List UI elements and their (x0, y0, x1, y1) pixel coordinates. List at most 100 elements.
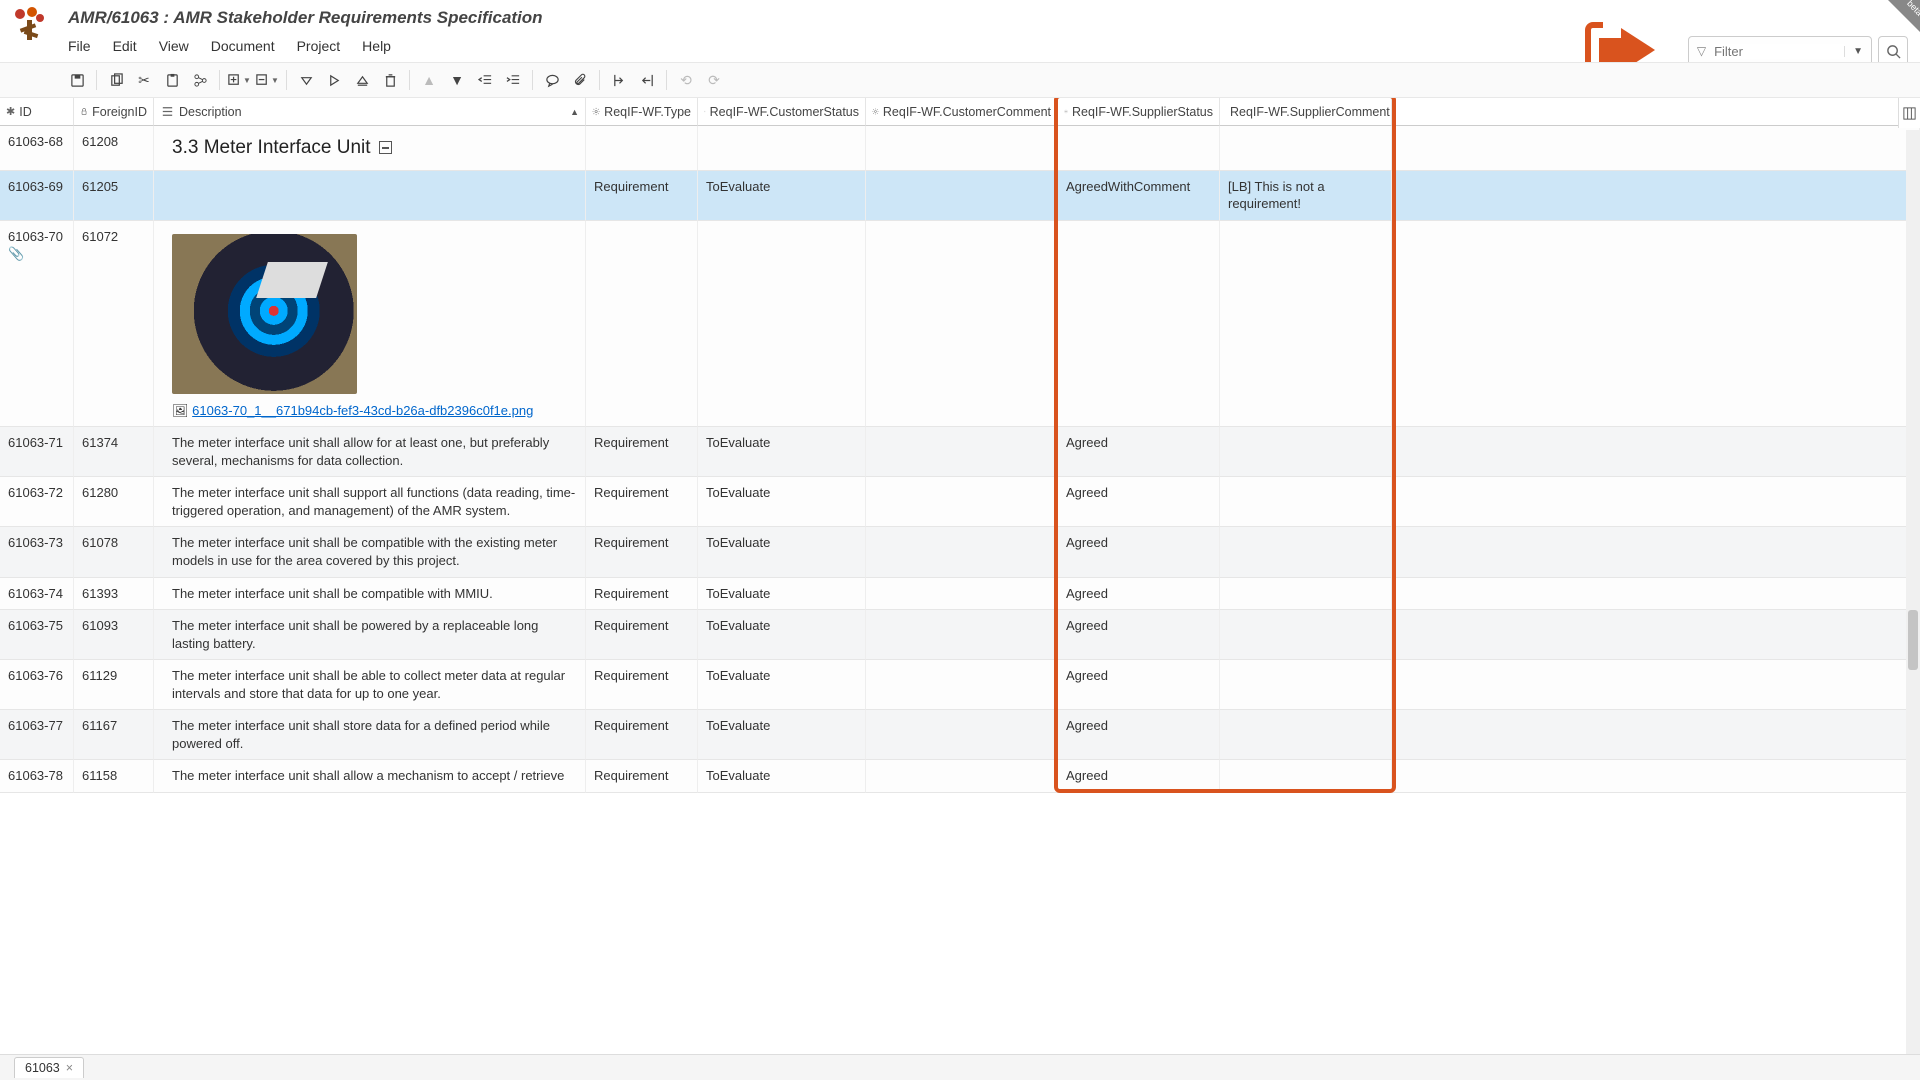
cell-supplier-status[interactable]: Agreed (1058, 710, 1220, 760)
cell-id[interactable]: 61063-70📎 (0, 221, 74, 428)
filter-input[interactable] (1714, 44, 1844, 59)
cell-supplier-comment[interactable] (1220, 126, 1392, 171)
cell-supplier-status[interactable]: Agreed (1058, 527, 1220, 577)
add-button[interactable]: ▼ (226, 67, 252, 93)
cell-foreignid[interactable]: 61158 (74, 760, 154, 793)
menu-help[interactable]: Help (362, 38, 391, 54)
cell-id[interactable]: 61063-74 (0, 578, 74, 611)
cell-description[interactable]: The meter interface unit shall be powere… (154, 610, 586, 660)
copy-button[interactable] (103, 67, 129, 93)
cell-id[interactable]: 61063-78 (0, 760, 74, 793)
cell-description[interactable]: The meter interface unit shall allow a m… (154, 760, 586, 793)
remove-button[interactable]: ▼ (254, 67, 280, 93)
cell-supplier-comment[interactable] (1220, 710, 1392, 760)
move-down-button[interactable]: ▼ (444, 67, 470, 93)
cell-foreignid[interactable]: 61072 (74, 221, 154, 428)
cell-customer-comment[interactable] (866, 126, 1058, 171)
cell-supplier-comment[interactable] (1220, 477, 1392, 527)
cell-type[interactable]: Requirement (586, 427, 698, 477)
cell-description[interactable]: 3.3 Meter Interface Unit (154, 126, 586, 171)
footer-tab[interactable]: 61063 × (14, 1057, 84, 1078)
cell-description[interactable]: The meter interface unit shall support a… (154, 477, 586, 527)
attach-button[interactable] (567, 67, 593, 93)
cell-type[interactable]: Requirement (586, 527, 698, 577)
move-up-button[interactable]: ▲ (416, 67, 442, 93)
cell-description[interactable]: The meter interface unit shall be compat… (154, 527, 586, 577)
cell-type[interactable]: Requirement (586, 660, 698, 710)
cell-customer-status[interactable]: ToEvaluate (698, 710, 866, 760)
cell-customer-comment[interactable] (866, 710, 1058, 760)
cell-description[interactable]: 🖼 61063-70_1__671b94cb-fef3-43cd-b26a-df… (154, 221, 586, 428)
cell-customer-comment[interactable] (866, 760, 1058, 793)
cell-type[interactable]: Requirement (586, 578, 698, 611)
cell-supplier-status[interactable]: Agreed (1058, 610, 1220, 660)
outdent-button[interactable] (472, 67, 498, 93)
cell-supplier-status[interactable]: Agreed (1058, 477, 1220, 527)
cell-foreignid[interactable]: 61167 (74, 710, 154, 760)
cell-type[interactable] (586, 221, 698, 428)
cell-customer-comment[interactable] (866, 477, 1058, 527)
cell-customer-comment[interactable] (866, 610, 1058, 660)
cell-type[interactable] (586, 126, 698, 171)
collapse-icon[interactable] (379, 141, 392, 154)
cell-id[interactable]: 61063-76 (0, 660, 74, 710)
cell-customer-comment[interactable] (866, 171, 1058, 221)
undo-button[interactable]: ⟲ (673, 67, 699, 93)
cell-supplier-status[interactable] (1058, 126, 1220, 171)
cell-customer-comment[interactable] (866, 660, 1058, 710)
cell-supplier-status[interactable]: AgreedWithComment (1058, 171, 1220, 221)
cell-id[interactable]: 61063-68 (0, 126, 74, 171)
menu-project[interactable]: Project (297, 38, 341, 54)
cell-customer-status[interactable]: ToEvaluate (698, 171, 866, 221)
redo-button[interactable]: ⟳ (701, 67, 727, 93)
cell-description[interactable]: The meter interface unit shall store dat… (154, 710, 586, 760)
vertical-scrollbar[interactable] (1906, 130, 1920, 1054)
indent-button[interactable] (500, 67, 526, 93)
mark-clear-button[interactable] (349, 67, 375, 93)
menu-document[interactable]: Document (211, 38, 275, 54)
cell-supplier-status[interactable]: Agreed (1058, 578, 1220, 611)
cell-type[interactable]: Requirement (586, 477, 698, 527)
col-supplier-status[interactable]: ReqIF-WF.SupplierStatus (1058, 98, 1220, 126)
cell-supplier-status[interactable]: Agreed (1058, 660, 1220, 710)
cell-customer-status[interactable]: ToEvaluate (698, 427, 866, 477)
paste-button[interactable] (159, 67, 185, 93)
mark-right-button[interactable] (321, 67, 347, 93)
cell-supplier-comment[interactable] (1220, 527, 1392, 577)
export-button[interactable] (606, 67, 632, 93)
cut-button[interactable]: ✂ (131, 67, 157, 93)
cell-foreignid[interactable]: 61093 (74, 610, 154, 660)
cell-supplier-comment[interactable] (1220, 760, 1392, 793)
cell-foreignid[interactable]: 61393 (74, 578, 154, 611)
cell-foreignid[interactable]: 61129 (74, 660, 154, 710)
mark-down-button[interactable] (293, 67, 319, 93)
cell-foreignid[interactable]: 61208 (74, 126, 154, 171)
col-supplier-comment[interactable]: ReqIF-WF.SupplierComment (1220, 98, 1392, 126)
delete-button[interactable] (377, 67, 403, 93)
cell-supplier-comment[interactable] (1220, 427, 1392, 477)
menu-file[interactable]: File (68, 38, 91, 54)
cell-description[interactable] (154, 171, 586, 221)
cell-description[interactable]: The meter interface unit shall be compat… (154, 578, 586, 611)
cell-customer-comment[interactable] (866, 578, 1058, 611)
cell-customer-status[interactable]: ToEvaluate (698, 760, 866, 793)
cell-customer-comment[interactable] (866, 527, 1058, 577)
cell-customer-status[interactable]: ToEvaluate (698, 610, 866, 660)
cell-customer-comment[interactable] (866, 427, 1058, 477)
menu-edit[interactable]: Edit (113, 38, 137, 54)
cell-id[interactable]: 61063-72 (0, 477, 74, 527)
cell-id[interactable]: 61063-73 (0, 527, 74, 577)
cell-supplier-comment[interactable] (1220, 578, 1392, 611)
cell-foreignid[interactable]: 61078 (74, 527, 154, 577)
cell-customer-status[interactable]: ToEvaluate (698, 578, 866, 611)
import-button[interactable] (634, 67, 660, 93)
cell-supplier-status[interactable]: Agreed (1058, 427, 1220, 477)
cell-customer-comment[interactable] (866, 221, 1058, 428)
col-customer-status[interactable]: ReqIF-WF.CustomerStatus (698, 98, 866, 126)
column-picker-button[interactable] (1898, 98, 1920, 128)
cell-type[interactable]: Requirement (586, 171, 698, 221)
filter-dropdown-caret[interactable]: ▼ (1844, 46, 1871, 57)
col-description[interactable]: Description▲ (154, 98, 586, 126)
cell-supplier-comment[interactable]: [LB] This is not a requirement! (1220, 171, 1392, 221)
cell-customer-status[interactable]: ToEvaluate (698, 660, 866, 710)
